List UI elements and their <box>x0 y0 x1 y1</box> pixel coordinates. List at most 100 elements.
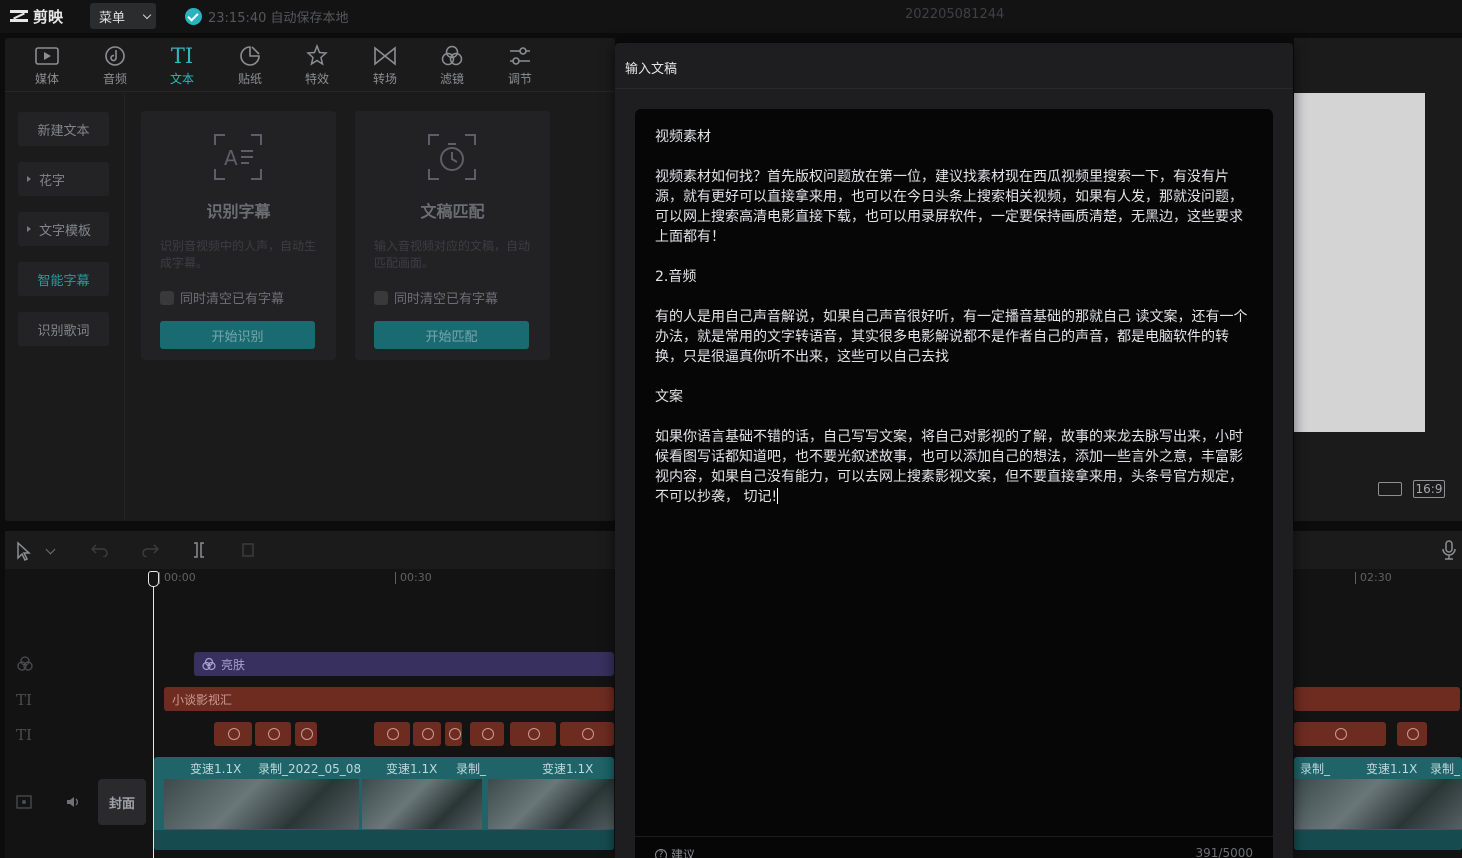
ruler-tick: 00:30 <box>395 572 432 584</box>
caption-clip[interactable] <box>295 722 317 746</box>
video-clip-speed-label: 变速1.1X <box>190 762 242 776</box>
text-clip-continued[interactable] <box>1294 687 1460 711</box>
app-window: 剪映 菜单 23:15:40 自动保存本地 20220508​1244 媒体 音… <box>0 0 1462 858</box>
caption-clip[interactable] <box>1397 722 1427 746</box>
help-icon: ? <box>655 848 667 858</box>
tab-audio-label: 音频 <box>102 72 127 86</box>
effect-clip-label: 亮肤 <box>221 657 246 672</box>
ruler-tick: 00:00 <box>159 572 196 584</box>
suggestion-link[interactable]: ? 建议 <box>655 846 695 858</box>
script-paragraph: 文案 <box>655 389 683 405</box>
logo-icon <box>9 9 29 23</box>
microphone-icon[interactable] <box>1442 540 1456 560</box>
volume-icon[interactable] <box>65 795 81 809</box>
main-toolbar: 媒体 音频 TI 文本 贴纸 特效 转场 滤镜 调节 <box>5 38 615 92</box>
script-match-card: 文稿匹配 输入音视频对应的文稿，自动匹配画面。 同时清空已有字幕 开始匹配 <box>355 111 550 360</box>
preview-panel: 16:9 <box>1294 38 1462 521</box>
redo-icon[interactable] <box>141 543 159 557</box>
checkbox-box[interactable] <box>160 290 174 305</box>
caption-clip[interactable] <box>470 722 504 746</box>
save-status-text: 23:15:40 自动保存本地 <box>208 11 349 26</box>
caption-clip[interactable] <box>445 722 462 746</box>
title-bar: 剪映 菜单 23:15:40 自动保存本地 20220508​1244 <box>0 0 1462 33</box>
caption-recognition-card: A 识别字幕 识别音视频中的人声，自动生成字幕。 同时清空已有字幕 开始识别 <box>141 111 336 360</box>
caption-clip[interactable] <box>413 722 441 746</box>
script-paragraph: 视频素材如何找？首先版权问题放在第一位，建议找素材现在西瓜视频里搜索一下，有没有… <box>655 169 1243 245</box>
clear-captions-checkbox[interactable]: 同时清空已有字幕 <box>374 288 498 307</box>
caption-track-icon: TI <box>16 726 32 744</box>
effect-clip[interactable]: 亮肤 <box>194 652 614 676</box>
script-paragraph: 2.音频 <box>655 269 697 285</box>
divider <box>615 88 1293 89</box>
tab-media-label: 媒体 <box>34 72 59 86</box>
app-logo: 剪映 <box>9 5 63 27</box>
tab-effects[interactable]: 特效 <box>287 41 347 91</box>
tab-filter-label: 滤镜 <box>439 72 464 86</box>
sidebar-item-text-template[interactable]: 文字模板 <box>18 212 109 246</box>
tab-text[interactable]: TI 文本 <box>152 41 212 91</box>
delete-icon[interactable] <box>241 542 255 558</box>
sidebar-item-new-text[interactable]: 新建文本 <box>18 112 109 146</box>
caption-clip[interactable] <box>374 722 410 746</box>
transition-icon <box>374 46 396 66</box>
ruler-tick: 02:30 <box>1355 572 1392 584</box>
editor-footer: ? 建议 391/5000 <box>635 836 1273 858</box>
script-textarea[interactable]: 视频素材 视频素材如何找？首先版权问题放在第一位，建议找素材现在西瓜视频里搜索一… <box>635 109 1273 858</box>
script-paragraph: 视频素材 <box>655 129 711 145</box>
sticker-icon <box>240 46 260 66</box>
tab-sticker[interactable]: 贴纸 <box>220 41 280 91</box>
checkbox-box[interactable] <box>374 290 388 305</box>
dialog-title: 输入文稿 <box>625 62 678 77</box>
caption-clip[interactable] <box>214 722 252 746</box>
script-text[interactable]: 视频素材 视频素材如何找？首先版权问题放在第一位，建议找素材现在西瓜视频里搜索一… <box>655 127 1255 507</box>
project-name: 20220508​1244 <box>905 7 1005 22</box>
video-clip-name-label: 录制_ <box>1430 762 1461 776</box>
preview-canvas <box>1294 93 1425 432</box>
cursor-icon[interactable] <box>15 541 33 561</box>
split-icon[interactable] <box>191 542 207 558</box>
clear-captions-checkbox[interactable]: 同时清空已有字幕 <box>160 288 284 307</box>
logo-text: 剪映 <box>33 7 64 26</box>
audio-waveform <box>154 830 614 850</box>
cover-button[interactable]: 封面 <box>98 779 146 825</box>
card-description: 输入音视频对应的文稿，自动匹配画面。 <box>374 239 531 270</box>
video-clip-speed-label: 变速1.1X <box>1366 762 1418 776</box>
video-thumbnail <box>488 779 614 829</box>
tab-media[interactable]: 媒体 <box>17 41 77 91</box>
waveform-icon[interactable] <box>1378 482 1402 496</box>
sidebar-item-fancy-text[interactable]: 花字 <box>18 162 109 196</box>
caption-clip[interactable] <box>560 722 614 746</box>
video-clip-track-continued[interactable]: 录制_ 变速1.1X 录制_ <box>1294 757 1462 850</box>
video-clip-track[interactable]: 变速1.1X 录制_2022_05_08 变速1.1X 录制_ 变速1.1X <box>154 757 614 850</box>
start-matching-button[interactable]: 开始匹配 <box>374 321 529 349</box>
aspect-ratio-button[interactable]: 16:9 <box>1413 480 1445 498</box>
caption-clip[interactable] <box>255 722 291 746</box>
menu-button[interactable]: 菜单 <box>90 3 156 29</box>
sidebar-item-lyrics[interactable]: 识别歌词 <box>18 312 109 346</box>
caption-clip[interactable] <box>510 722 556 746</box>
sidebar-item-smart-caption[interactable]: 智能字幕 <box>18 262 109 296</box>
audio-waveform <box>1294 830 1462 850</box>
text-clip[interactable]: 小谈影视汇 <box>164 687 614 711</box>
video-thumbnail <box>164 779 359 829</box>
effects-icon <box>306 44 328 66</box>
tab-filter[interactable]: 滤镜 <box>422 41 482 91</box>
audio-icon <box>105 46 125 66</box>
video-clip-name-label: 录制_ <box>456 762 487 776</box>
script-match-icon <box>428 134 476 180</box>
playhead-handle[interactable] <box>148 571 159 587</box>
video-thumbnail <box>1294 779 1462 829</box>
script-paragraph: 有的人是用自己声音解说，如果自己声音很好听，有一定播音基础的那就自己 读文案，还… <box>655 309 1248 365</box>
asset-panel: 媒体 音频 TI 文本 贴纸 特效 转场 滤镜 调节 新建文本 花字 文字模板 … <box>5 38 615 521</box>
playhead[interactable] <box>153 575 154 858</box>
tab-audio[interactable]: 音频 <box>85 41 145 91</box>
tab-adjust[interactable]: 调节 <box>490 41 550 91</box>
video-track-icon <box>16 795 32 809</box>
chevron-down-icon[interactable] <box>45 544 56 555</box>
checkbox-label: 同时清空已有字幕 <box>394 292 499 307</box>
caption-clip[interactable] <box>1294 722 1386 746</box>
check-icon <box>185 8 202 25</box>
start-recognition-button[interactable]: 开始识别 <box>160 321 315 349</box>
undo-icon[interactable] <box>91 543 109 557</box>
tab-transition[interactable]: 转场 <box>355 41 415 91</box>
